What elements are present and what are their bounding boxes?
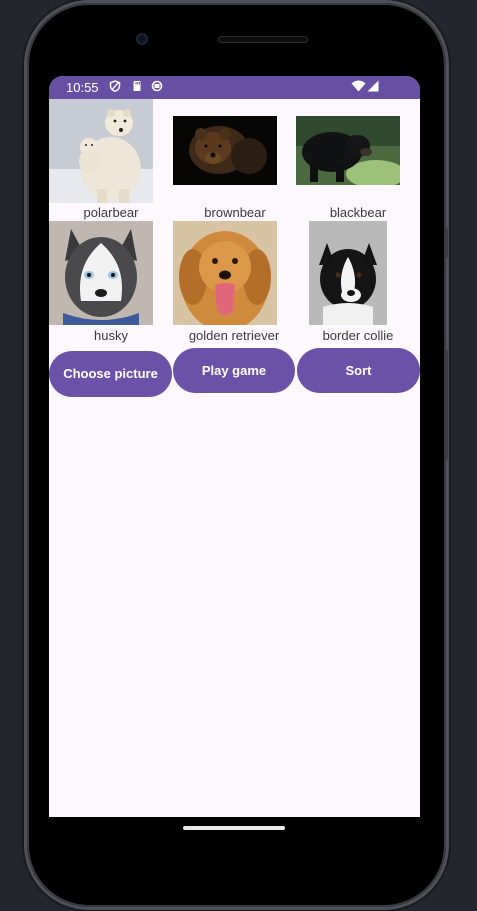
status-time: 10:55 xyxy=(66,80,99,95)
sort-button[interactable]: Sort xyxy=(297,348,420,393)
black-bear-photo xyxy=(296,116,400,185)
husky-label: husky xyxy=(94,328,128,343)
brown-bear-photo xyxy=(173,116,277,185)
sd-card-icon xyxy=(133,81,141,91)
app-screen: 10:55 polarbear brownbear blackbear husk… xyxy=(49,76,420,817)
front-camera xyxy=(136,33,148,45)
border-collie-image[interactable] xyxy=(309,221,387,325)
choose-picture-button[interactable]: Choose picture xyxy=(49,351,172,397)
earpiece-speaker xyxy=(218,36,308,43)
blackbear-label: blackbear xyxy=(329,205,387,220)
border-collie-label: border collie xyxy=(322,328,394,343)
brown-bear-image[interactable] xyxy=(173,116,277,185)
home-gesture-bar[interactable] xyxy=(183,826,285,830)
golden-retriever-image[interactable] xyxy=(173,221,277,325)
husky-image[interactable] xyxy=(49,221,153,325)
power-button xyxy=(444,228,448,258)
polar-bear-image[interactable] xyxy=(49,99,153,203)
play-game-button[interactable]: Play game xyxy=(173,348,295,393)
border-collie-photo xyxy=(309,221,387,325)
polar-bear-photo xyxy=(49,99,153,203)
shield-icon xyxy=(109,80,121,92)
husky-photo xyxy=(49,221,153,325)
sync-icon xyxy=(151,80,163,92)
polarbear-label: polarbear xyxy=(83,205,139,220)
status-bar: 10:55 xyxy=(49,76,420,99)
brownbear-label: brownbear xyxy=(204,205,266,220)
signal-icon xyxy=(367,80,379,92)
golden-retriever-label: golden retriever xyxy=(188,328,280,343)
golden-retriever-photo xyxy=(173,221,277,325)
wifi-icon xyxy=(351,80,366,92)
black-bear-image[interactable] xyxy=(296,116,400,185)
volume-button xyxy=(444,350,448,460)
